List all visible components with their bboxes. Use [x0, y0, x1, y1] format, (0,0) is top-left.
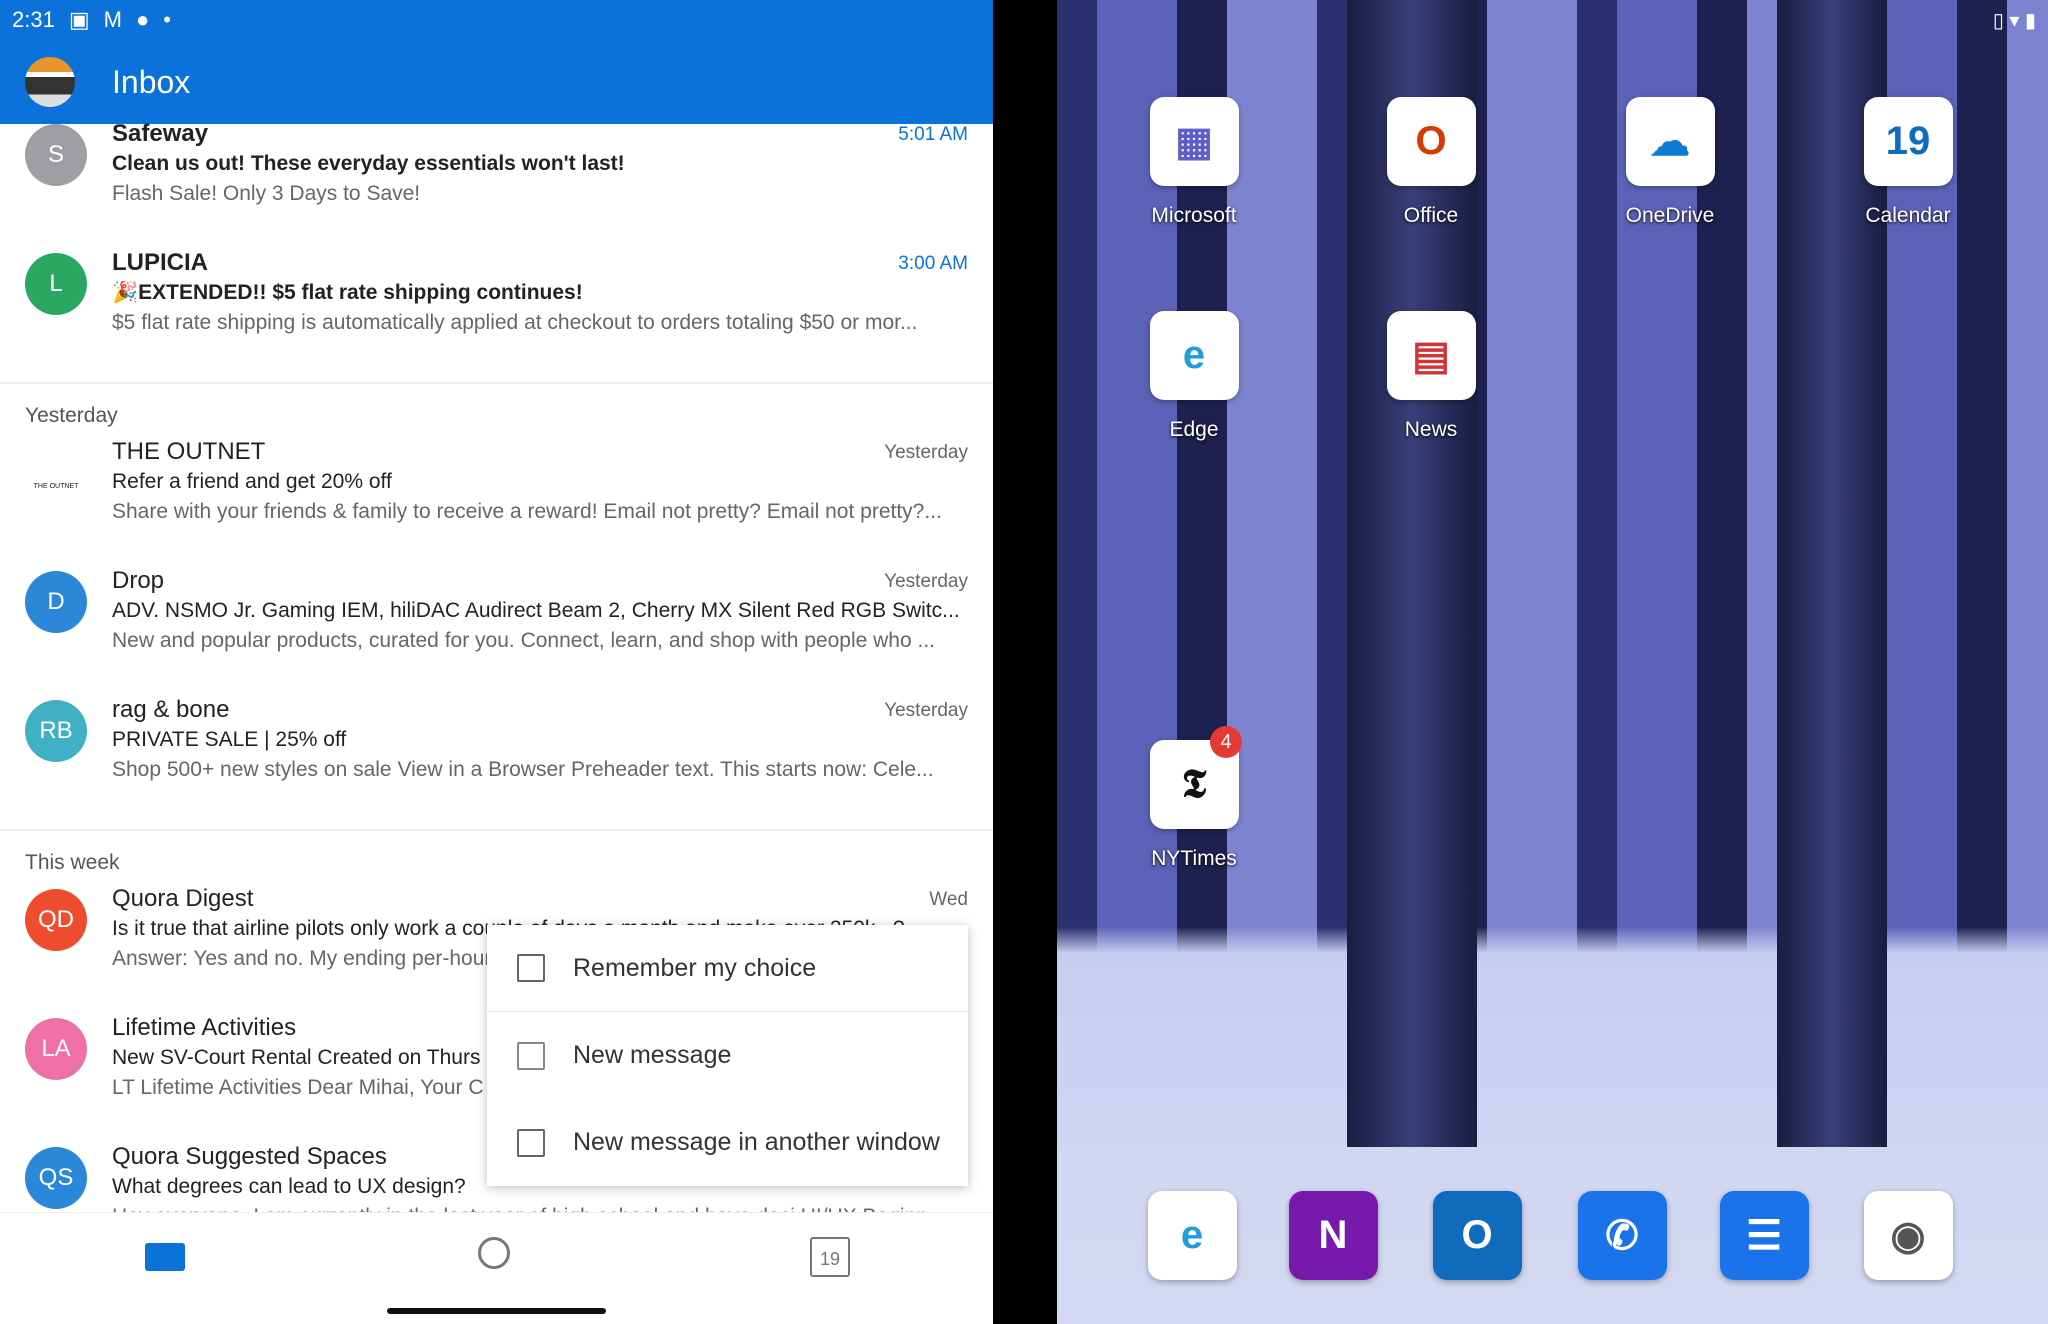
sender-name: Quora Digest	[112, 885, 254, 912]
microsoft-icon: ▦	[1149, 97, 1239, 186]
app-label: NYTimes	[1151, 847, 1237, 870]
app-nytimes[interactable]: 𝕿 4 NYTimes	[1124, 726, 1264, 871]
phone-icon: ✆	[1577, 1191, 1667, 1280]
app-label: Microsoft	[1151, 204, 1237, 227]
sender-avatar: L	[25, 253, 87, 315]
clock: 2:31	[12, 7, 55, 32]
sender-avatar: QS	[25, 1147, 87, 1209]
dock-edge[interactable]: e	[1122, 1191, 1262, 1280]
app-microsoft[interactable]: ▦ Microsoft	[1124, 97, 1264, 228]
app-news[interactable]: ▤ News	[1361, 311, 1501, 442]
messages-icon: ☰	[1719, 1191, 1809, 1280]
sender-name: LUPICIA	[112, 249, 208, 276]
email-subject: ADV. NSMO Jr. Gaming IEM, hiliDAC Audire…	[112, 599, 960, 622]
remember-choice-checkbox[interactable]: Remember my choice	[487, 925, 968, 1012]
email-time: Yesterday	[884, 571, 968, 592]
dock-messages[interactable]: ☰	[1694, 1191, 1834, 1280]
mail-tab-icon[interactable]	[145, 1243, 185, 1271]
email-row[interactable]: S Safeway Clean us out! These everyday e…	[0, 120, 993, 253]
section-header: This week	[0, 829, 993, 889]
email-subject: PRIVATE SALE | 25% off	[112, 728, 347, 751]
email-row[interactable]: L LUPICIA 🎉EXTENDED!! $5 flat rate shipp…	[0, 249, 993, 382]
app-label: Edge	[1169, 418, 1219, 441]
home-screen: ▯ ▾ ▮ ▦ Microsoft O Office ☁ OneDrive 19 Ca…	[1057, 0, 2048, 1324]
app-office[interactable]: O Office	[1361, 97, 1501, 228]
new-message-label: New message	[573, 1041, 732, 1069]
notification-badge: 4	[1210, 726, 1242, 758]
sender-avatar: THE OUTNET	[25, 442, 87, 504]
account-avatar[interactable]	[25, 57, 75, 107]
dock-camera[interactable]: ◉	[1838, 1191, 1978, 1280]
sender-name: THE OUTNET	[112, 438, 266, 465]
email-row[interactable]: THE OUTNET THE OUTNET Refer a friend and…	[0, 438, 993, 571]
onedrive-icon: ☁	[1625, 97, 1715, 186]
email-time: Yesterday	[884, 442, 968, 463]
sender-name: Safeway	[112, 120, 209, 147]
search-tab-icon[interactable]	[478, 1237, 510, 1269]
sender-avatar: LA	[25, 1018, 87, 1080]
status-bar: 2:31 ▣ M ● •	[0, 0, 993, 40]
new-message-item[interactable]: New message	[487, 1012, 968, 1099]
sender-avatar: RB	[25, 700, 87, 762]
email-subject: Refer a friend and get 20% off	[112, 470, 392, 493]
dock-onenote[interactable]: N	[1263, 1191, 1403, 1280]
app-label: OneDrive	[1625, 204, 1715, 227]
context-menu: Remember my choice New message New messa…	[487, 925, 968, 1186]
reddit-notification-icon: ●	[135, 7, 150, 32]
app-calendar[interactable]: 19 Calendar	[1838, 97, 1978, 228]
email-preview: Flash Sale! Only 3 Days to Save!	[112, 182, 421, 205]
email-preview: $5 flat rate shipping is automatically a…	[112, 311, 918, 334]
email-time: 5:01 AM	[898, 124, 968, 145]
gmail-notification-icon: M	[103, 7, 122, 32]
email-time: Wed	[929, 889, 968, 910]
new-window-icon	[517, 1128, 545, 1157]
email-preview: Share with your friends & family to rece…	[112, 500, 942, 523]
app-label: News	[1404, 418, 1458, 441]
email-row[interactable]: D Drop ADV. NSMO Jr. Gaming IEM, hiliDAC…	[0, 567, 993, 700]
news-icon: ▤	[1386, 311, 1476, 400]
calendar-tab-icon[interactable]: 19	[810, 1237, 850, 1277]
system-status-icons: ▯ ▾ ▮	[1992, 10, 2036, 32]
page-title: Inbox	[112, 63, 191, 100]
sender-avatar: QD	[25, 889, 87, 951]
new-window-label: New message in another window	[573, 1128, 940, 1156]
home-gesture-bar[interactable]	[387, 1308, 606, 1314]
calendar-icon: 19	[1863, 97, 1953, 186]
dock-outlook[interactable]: O	[1407, 1191, 1547, 1280]
app-onedrive[interactable]: ☁ OneDrive	[1600, 97, 1740, 228]
section-header: Yesterday	[0, 382, 993, 442]
app-edge[interactable]: e Edge	[1124, 311, 1264, 442]
outlook-icon: O	[1432, 1191, 1522, 1280]
dock: e N O ✆ ☰ ◉	[1057, 1147, 2048, 1324]
remember-label: Remember my choice	[573, 953, 817, 982]
sender-avatar: D	[25, 571, 87, 633]
compose-icon	[517, 1041, 545, 1070]
email-time: Yesterday	[884, 700, 968, 721]
onenote-icon: N	[1288, 1191, 1378, 1280]
email-preview: New and popular products, curated for yo…	[112, 629, 935, 652]
sender-name: rag & bone	[112, 696, 230, 723]
sender-name: Quora Suggested Spaces	[112, 1143, 387, 1170]
edge-icon: e	[1147, 1191, 1237, 1280]
outlook-pane: 2:31 ▣ M ● • Inbox S Safeway Clean us ou…	[0, 0, 993, 1324]
email-subject: 🎉EXTENDED!! $5 flat rate shipping contin…	[112, 281, 583, 304]
sender-name: Lifetime Activities	[112, 1014, 297, 1041]
app-label: Office	[1403, 204, 1459, 227]
checkbox-icon	[517, 954, 545, 982]
email-time: 3:00 AM	[898, 253, 968, 274]
email-subject: Clean us out! These everyday essentials …	[112, 152, 625, 175]
sender-avatar: S	[25, 124, 87, 186]
email-row[interactable]: RB rag & bone PRIVATE SALE | 25% off Sho…	[0, 696, 993, 829]
more-notifications-icon: •	[163, 7, 171, 32]
app-header: Inbox	[0, 40, 993, 124]
sender-name: Drop	[112, 567, 165, 594]
image-notification-icon: ▣	[68, 7, 90, 32]
new-window-item[interactable]: New message in another window	[487, 1099, 968, 1186]
app-label: Calendar	[1865, 204, 1951, 227]
camera-icon: ◉	[1863, 1191, 1953, 1280]
edge-icon: e	[1149, 311, 1239, 400]
office-icon: O	[1386, 97, 1476, 186]
email-preview: Shop 500+ new styles on sale View in a B…	[112, 758, 934, 781]
dock-phone[interactable]: ✆	[1552, 1191, 1692, 1280]
